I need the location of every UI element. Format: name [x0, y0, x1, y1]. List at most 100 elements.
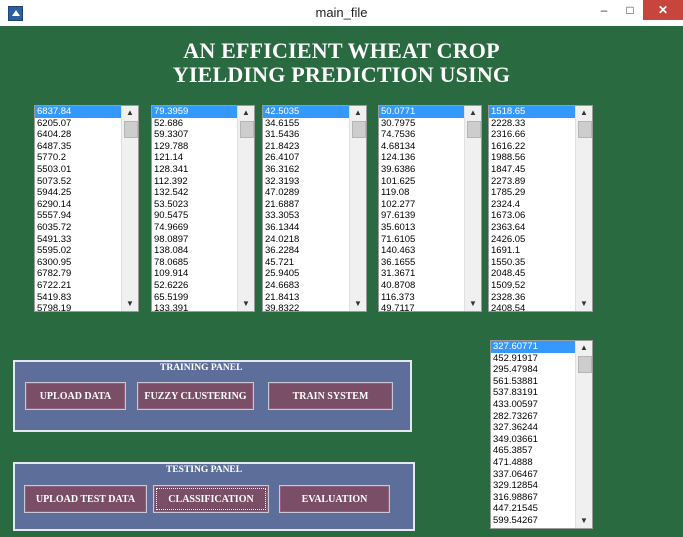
list-item[interactable]: 337.06467	[491, 469, 576, 481]
list-item[interactable]: 121.14	[152, 152, 238, 164]
list-item[interactable]: 349.03661	[491, 434, 576, 446]
data-listbox-5[interactable]: 1518.65 2228.33 2316.66 1616.22 1988.56 1847.…	[488, 105, 593, 312]
list-item[interactable]: 74.7536	[379, 129, 465, 141]
list-item[interactable]: 5770.2	[35, 152, 122, 164]
list-item[interactable]: 98.0897	[152, 234, 238, 246]
list-item-selected[interactable]: 6837.84	[35, 106, 122, 118]
scrollbar[interactable]: ▲ ▼	[349, 106, 366, 311]
list-item[interactable]: 327.36244	[491, 422, 576, 434]
list-item[interactable]: 101.625	[379, 176, 465, 188]
list-item[interactable]: 2228.33	[489, 118, 576, 130]
train-system-button[interactable]: TRAIN SYSTEM	[268, 382, 393, 410]
scroll-thumb[interactable]	[240, 121, 254, 138]
list-item[interactable]: 32.3193	[263, 176, 350, 188]
list-item-selected[interactable]: 79.3959	[152, 106, 238, 118]
list-item[interactable]: 537.83191	[491, 387, 576, 399]
list-item[interactable]: 282.73267	[491, 411, 576, 423]
list-item[interactable]: 5595.02	[35, 245, 122, 257]
list-item[interactable]: 52.6226	[152, 280, 238, 292]
list-item[interactable]: 561.53881	[491, 376, 576, 388]
list-item[interactable]: 47.0289	[263, 187, 350, 199]
list-item[interactable]: 2328.36	[489, 292, 576, 304]
list-item[interactable]: 36.3162	[263, 164, 350, 176]
scroll-thumb[interactable]	[578, 356, 592, 373]
list-item[interactable]: 25.9405	[263, 268, 350, 280]
scroll-up-arrow-icon[interactable]: ▲	[576, 106, 592, 120]
list-item[interactable]: 1673.06	[489, 210, 576, 222]
list-item[interactable]: 112.392	[152, 176, 238, 188]
list-item[interactable]: 5491.33	[35, 234, 122, 246]
scroll-up-arrow-icon[interactable]: ▲	[465, 106, 481, 120]
list-item[interactable]: 1509.52	[489, 280, 576, 292]
list-item-selected[interactable]: 1518.65	[489, 106, 576, 118]
list-item[interactable]: 21.6887	[263, 199, 350, 211]
list-item[interactable]: 295.47984	[491, 364, 576, 376]
list-item[interactable]: 1616.22	[489, 141, 576, 153]
list-item[interactable]: 116.373	[379, 292, 465, 304]
scroll-down-arrow-icon[interactable]: ▼	[576, 297, 592, 311]
list-item[interactable]: 6782.79	[35, 268, 122, 280]
list-item[interactable]: 53.5023	[152, 199, 238, 211]
list-item[interactable]: 452.91917	[491, 353, 576, 365]
scroll-thumb[interactable]	[352, 121, 366, 138]
list-item[interactable]: 5503.01	[35, 164, 122, 176]
list-item[interactable]: 36.1655	[379, 257, 465, 269]
list-item[interactable]: 30.7975	[379, 118, 465, 130]
result-listbox[interactable]: 327.60771 452.91917 295.47984 561.53881 537.…	[490, 340, 593, 529]
list-item[interactable]: 119.08	[379, 187, 465, 199]
list-item[interactable]: 39.6386	[379, 164, 465, 176]
list-item[interactable]: 74.9669	[152, 222, 238, 234]
scroll-up-arrow-icon[interactable]: ▲	[350, 106, 366, 120]
list-item-selected[interactable]: 42.5035	[263, 106, 350, 118]
list-item[interactable]: 5798.19	[35, 303, 122, 311]
list-item[interactable]: 316.98867	[491, 492, 576, 504]
list-item[interactable]: 2273.89	[489, 176, 576, 188]
list-item[interactable]: 5419.83	[35, 292, 122, 304]
upload-test-data-button[interactable]: UPLOAD TEST DATA	[24, 485, 147, 513]
list-item[interactable]: 2426.05	[489, 234, 576, 246]
list-item[interactable]: 133.391	[152, 303, 238, 311]
scroll-up-arrow-icon[interactable]: ▲	[122, 106, 138, 120]
list-item[interactable]: 5944.25	[35, 187, 122, 199]
window-titlebar[interactable]: main_file – □ ✕	[0, 0, 683, 27]
list-item[interactable]: 329.12854	[491, 480, 576, 492]
maximize-button[interactable]: □	[617, 0, 643, 20]
list-item[interactable]: 433.00597	[491, 399, 576, 411]
list-item[interactable]: 109.914	[152, 268, 238, 280]
list-item[interactable]: 599.54267	[491, 515, 576, 527]
list-item[interactable]: 1785.29	[489, 187, 576, 199]
list-item[interactable]: 36.2284	[263, 245, 350, 257]
list-item[interactable]: 1691.1	[489, 245, 576, 257]
list-item[interactable]: 138.084	[152, 245, 238, 257]
data-listbox-3[interactable]: 42.5035 34.6155 31.5436 21.8423 26.4107 36.31…	[262, 105, 367, 312]
list-item-selected[interactable]: 50.0771	[379, 106, 465, 118]
list-item[interactable]: 129.788	[152, 141, 238, 153]
list-item[interactable]: 2408.54	[489, 303, 576, 311]
scrollbar[interactable]: ▲ ▼	[237, 106, 254, 311]
classification-button[interactable]: CLASSIFICATION	[153, 485, 269, 513]
list-item-selected[interactable]: 327.60771	[491, 341, 576, 353]
list-item[interactable]: 4.68134	[379, 141, 465, 153]
list-item[interactable]: 59.3307	[152, 129, 238, 141]
list-item[interactable]: 6487.35	[35, 141, 122, 153]
scrollbar[interactable]: ▲ ▼	[121, 106, 138, 311]
scroll-up-arrow-icon[interactable]: ▲	[576, 341, 592, 355]
list-item[interactable]: 52.686	[152, 118, 238, 130]
list-item[interactable]: 1847.45	[489, 164, 576, 176]
list-item[interactable]: 6404.28	[35, 129, 122, 141]
list-item[interactable]: 471.4888	[491, 457, 576, 469]
list-item[interactable]: 140.463	[379, 245, 465, 257]
list-item[interactable]: 2048.45	[489, 268, 576, 280]
list-item[interactable]: 36.1344	[263, 222, 350, 234]
list-item[interactable]: 31.3671	[379, 268, 465, 280]
close-button[interactable]: ✕	[643, 0, 683, 20]
list-item[interactable]: 128.341	[152, 164, 238, 176]
list-item[interactable]: 6205.07	[35, 118, 122, 130]
list-item[interactable]: 21.8413	[263, 292, 350, 304]
list-item[interactable]: 6300.95	[35, 257, 122, 269]
list-item[interactable]: 124.136	[379, 152, 465, 164]
list-item[interactable]: 65.5199	[152, 292, 238, 304]
list-item[interactable]: 26.4107	[263, 152, 350, 164]
list-item[interactable]: 49.7117	[379, 303, 465, 311]
list-item[interactable]: 1550.35	[489, 257, 576, 269]
